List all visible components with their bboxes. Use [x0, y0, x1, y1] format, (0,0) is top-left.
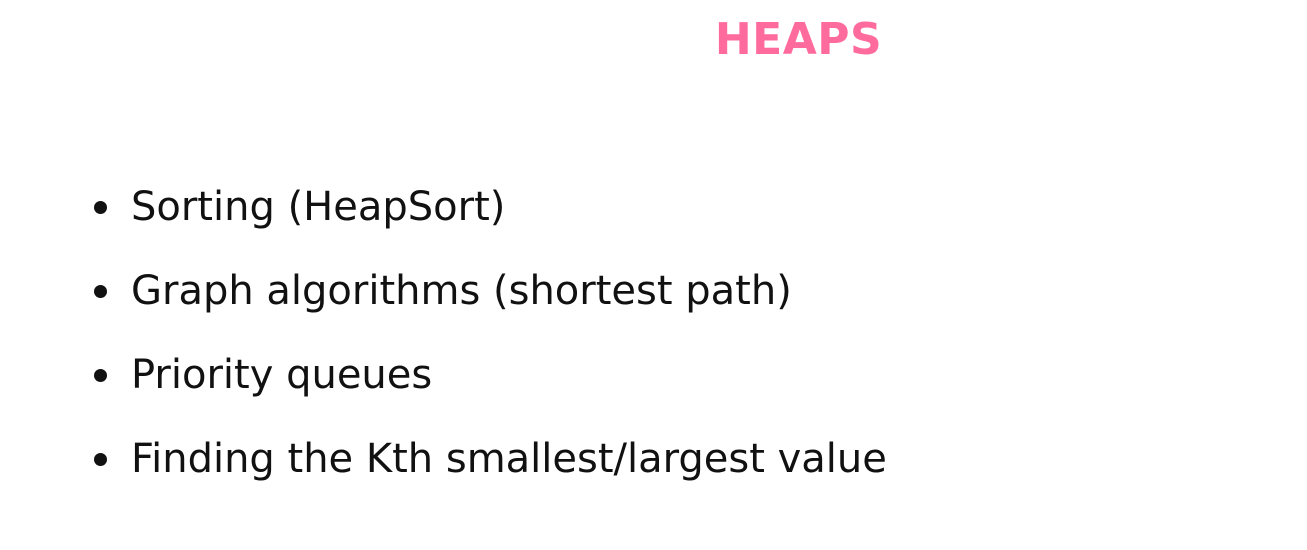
slide-title: HEAPS — [714, 14, 883, 65]
bullet-dot-icon — [94, 284, 107, 298]
bullet-dot-icon — [94, 200, 107, 214]
bullet-item: Priority queues — [90, 333, 887, 417]
bullet-item: Sorting (HeapSort) — [90, 165, 887, 249]
bullet-item: Finding the Kth smallest/largest value — [90, 417, 887, 501]
bullet-text: Sorting (HeapSort) — [131, 184, 506, 230]
bullet-text: Priority queues — [131, 352, 433, 398]
bullet-item: Graph algorithms (shortest path) — [90, 249, 887, 333]
slide: HEAPS Sorting (HeapSort) Graph algorithm… — [0, 0, 1307, 550]
bullet-text: Finding the Kth smallest/largest value — [131, 436, 887, 482]
bullet-list: Sorting (HeapSort) Graph algorithms (sho… — [90, 165, 887, 501]
bullet-dot-icon — [94, 368, 107, 382]
bullet-dot-icon — [94, 452, 107, 466]
bullet-text: Graph algorithms (shortest path) — [131, 268, 792, 314]
